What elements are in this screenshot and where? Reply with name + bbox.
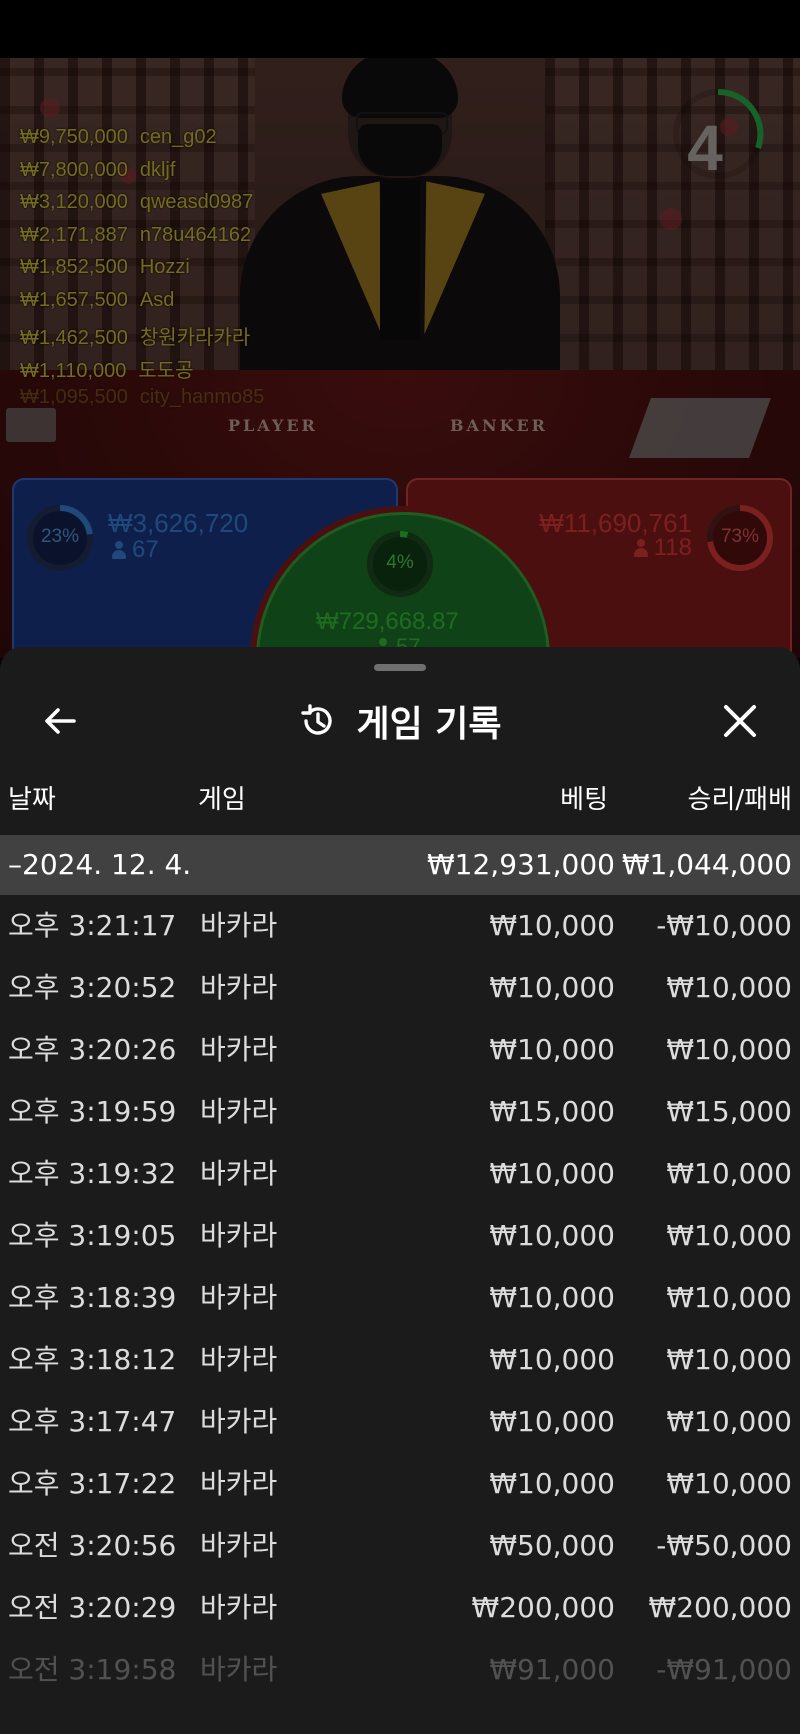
row-game: 바카라 <box>200 1157 278 1190</box>
row-result: ₩10,000 <box>666 1467 792 1500</box>
row-result: ₩10,000 <box>666 1405 792 1438</box>
history-icon <box>301 704 333 735</box>
row-result: ₩200,000 <box>648 1591 792 1624</box>
back-button[interactable] <box>28 689 92 753</box>
row-bet: ₩10,000 <box>489 1405 615 1438</box>
row-time: 오전 3:19:58 <box>8 1653 177 1686</box>
row-game: 바카라 <box>200 1281 278 1314</box>
row-time: 오후 3:21:17 <box>8 909 177 942</box>
row-bet: ₩10,000 <box>489 1157 615 1190</box>
row-result: ₩10,000 <box>666 1219 792 1252</box>
row-bet: ₩10,000 <box>489 1343 615 1376</box>
column-header-game: 게임 <box>198 785 246 815</box>
row-time: 오후 3:18:12 <box>8 1343 177 1376</box>
row-time: 오전 3:20:56 <box>8 1529 177 1562</box>
row-bet: ₩10,000 <box>489 1467 615 1500</box>
history-row[interactable]: 오후 3:17:22 바카라 ₩10,000 ₩10,000 <box>0 1453 800 1515</box>
row-game: 바카라 <box>200 1405 278 1438</box>
column-header-bet: 베팅 <box>560 785 608 815</box>
row-bet: ₩10,000 <box>489 1281 615 1314</box>
row-result: ₩10,000 <box>666 1033 792 1066</box>
row-result: ₩10,000 <box>666 1343 792 1376</box>
row-game: 바카라 <box>200 909 278 942</box>
day-result-total: ₩1,044,000 <box>621 848 792 881</box>
row-time: 오후 3:17:22 <box>8 1467 177 1500</box>
history-row[interactable]: 오전 3:20:29 바카라 ₩200,000 ₩200,000 <box>0 1577 800 1639</box>
row-time: 오후 3:18:39 <box>8 1281 177 1314</box>
row-time: 오후 3:19:59 <box>8 1095 177 1128</box>
row-bet: ₩15,000 <box>489 1095 615 1128</box>
history-row[interactable]: 오후 3:21:17 바카라 ₩10,000 -₩10,000 <box>0 895 800 957</box>
history-row[interactable]: 오후 3:18:12 바카라 ₩10,000 ₩10,000 <box>0 1329 800 1391</box>
row-time: 오후 3:19:05 <box>8 1219 177 1252</box>
history-row[interactable]: 오전 3:20:56 바카라 ₩50,000 -₩50,000 <box>0 1515 800 1577</box>
sheet-header: 게임 기록 <box>0 689 800 753</box>
row-bet: ₩91,000 <box>489 1653 615 1686</box>
history-row[interactable]: 오후 3:20:52 바카라 ₩10,000 ₩10,000 <box>0 957 800 1019</box>
row-game: 바카라 <box>200 1343 278 1376</box>
history-row[interactable]: 오후 3:19:59 바카라 ₩15,000 ₩15,000 <box>0 1081 800 1143</box>
row-game: 바카라 <box>200 1467 278 1500</box>
history-row[interactable]: 오후 3:19:05 바카라 ₩10,000 ₩10,000 <box>0 1205 800 1267</box>
column-header-result: 승리/패배 <box>687 785 792 815</box>
history-row[interactable]: 오후 3:18:39 바카라 ₩10,000 ₩10,000 <box>0 1267 800 1329</box>
history-row[interactable]: 오후 3:17:47 바카라 ₩10,000 ₩10,000 <box>0 1391 800 1453</box>
drag-handle[interactable] <box>374 664 426 671</box>
day-summary-row[interactable]: –2024. 12. 4. ₩12,931,000 ₩1,044,000 <box>0 835 800 895</box>
row-game: 바카라 <box>200 1591 278 1624</box>
history-row[interactable]: 오전 3:19:58 바카라 ₩91,000 -₩91,000 <box>0 1639 800 1701</box>
close-icon <box>724 705 756 737</box>
row-time: 오후 3:19:32 <box>8 1157 177 1190</box>
row-result: -₩10,000 <box>656 909 792 942</box>
row-result: ₩10,000 <box>666 1281 792 1314</box>
row-time: 오전 3:20:29 <box>8 1591 177 1624</box>
close-button[interactable] <box>708 689 772 753</box>
row-result: -₩50,000 <box>656 1529 792 1562</box>
history-list: 오후 3:21:17 바카라 ₩10,000 -₩10,000 오후 3:20:52 바카… <box>0 895 800 1701</box>
game-history-sheet: 게임 기록 날짜 게임 베팅 승리/패배 –2024. 12. 4. ₩12,9… <box>0 647 800 1734</box>
row-bet: ₩50,000 <box>489 1529 615 1562</box>
row-time: 오후 3:17:47 <box>8 1405 177 1438</box>
history-row[interactable]: 오후 3:19:32 바카라 ₩10,000 ₩10,000 <box>0 1143 800 1205</box>
sheet-title: 게임 기록 <box>356 704 502 745</box>
history-row[interactable]: 오후 3:20:26 바카라 ₩10,000 ₩10,000 <box>0 1019 800 1081</box>
day-bet-total: ₩12,931,000 <box>426 848 615 881</box>
row-time: 오후 3:20:26 <box>8 1033 177 1066</box>
row-bet: ₩10,000 <box>489 909 615 942</box>
row-result: ₩10,000 <box>666 971 792 1004</box>
row-bet: ₩200,000 <box>471 1591 615 1624</box>
row-result: ₩15,000 <box>666 1095 792 1128</box>
row-game: 바카라 <box>200 1529 278 1562</box>
row-bet: ₩10,000 <box>489 971 615 1004</box>
row-game: 바카라 <box>200 1033 278 1066</box>
status-bar <box>0 0 800 58</box>
row-game: 바카라 <box>200 1219 278 1252</box>
arrow-left-icon <box>45 708 76 734</box>
row-result: ₩10,000 <box>666 1157 792 1190</box>
day-date: –2024. 12. 4. <box>8 848 192 881</box>
modal-backdrop[interactable] <box>0 58 800 678</box>
row-bet: ₩10,000 <box>489 1033 615 1066</box>
row-time: 오후 3:20:52 <box>8 971 177 1004</box>
row-bet: ₩10,000 <box>489 1219 615 1252</box>
row-result: -₩91,000 <box>656 1653 792 1686</box>
column-header-date: 날짜 <box>8 785 56 815</box>
row-game: 바카라 <box>200 971 278 1004</box>
row-game: 바카라 <box>200 1095 278 1128</box>
row-game: 바카라 <box>200 1653 278 1686</box>
